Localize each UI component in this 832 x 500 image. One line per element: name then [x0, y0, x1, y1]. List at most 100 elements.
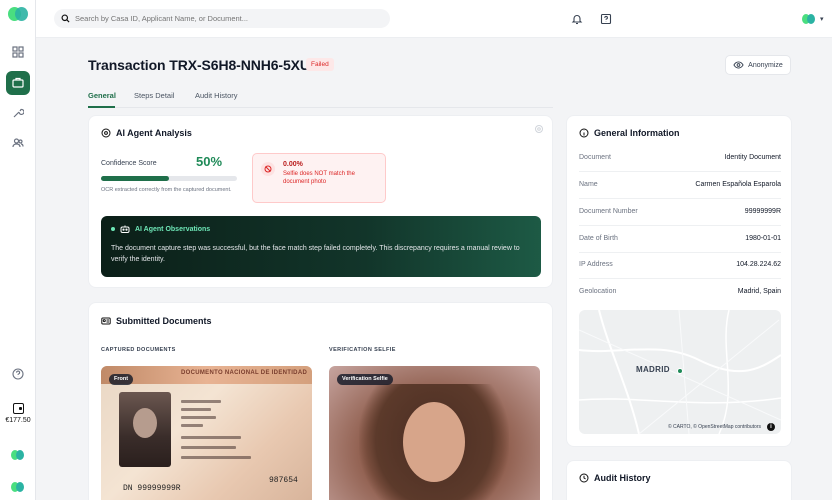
search-box[interactable]: [54, 9, 390, 28]
transactions-icon[interactable]: [6, 71, 30, 95]
app-logo[interactable]: [8, 7, 28, 21]
tools-icon[interactable]: [6, 101, 30, 125]
general-information-card: General Information Document Identity Do…: [566, 115, 792, 447]
search-input[interactable]: [75, 14, 375, 23]
id-text-line: [181, 408, 211, 411]
info-value: 99999999R: [744, 208, 781, 215]
info-key: Document: [579, 154, 611, 161]
confidence-label: Confidence Score: [101, 160, 157, 167]
ai-analysis-title-text: AI Agent Analysis: [116, 128, 192, 138]
id-portrait: [119, 392, 171, 467]
user-menu-avatar[interactable]: [802, 14, 816, 24]
audit-history-title: Audit History: [579, 473, 651, 483]
observations-header: AI Agent Observations: [111, 225, 210, 233]
location-pin-icon: [677, 368, 683, 374]
credit-balance[interactable]: €177.50: [0, 403, 36, 424]
observations-text: The document capture step was successful…: [111, 245, 520, 264]
face-off-icon: [261, 162, 275, 176]
id-document-image[interactable]: DOCUMENTO NACIONAL DE IDENTIDAD DN 99999…: [101, 366, 312, 500]
info-key: Name: [579, 181, 598, 188]
tab-audit-history[interactable]: Audit History: [195, 91, 238, 100]
id-text-line: [181, 436, 241, 439]
map-info-icon[interactable]: i: [767, 423, 775, 431]
history-icon: [579, 473, 589, 483]
info-key: IP Address: [579, 261, 613, 268]
info-value: Carmen Española Esparola: [695, 181, 781, 188]
id-text-line: [181, 456, 251, 459]
credit-amount: €177.50: [5, 417, 31, 424]
info-row-document: Document Identity Document: [579, 154, 781, 161]
observations-title: AI Agent Observations: [135, 225, 211, 233]
audit-history-card: Audit History: [566, 460, 792, 500]
general-information-title: General Information: [579, 128, 680, 138]
top-bar: ▾: [36, 0, 832, 38]
anonymize-label: Anonymize: [748, 61, 783, 69]
info-key: Date of Birth: [579, 235, 618, 242]
id-text-line: [181, 446, 236, 449]
dashboard-icon[interactable]: [6, 40, 30, 64]
help-square-icon[interactable]: [600, 12, 612, 25]
front-pill: Front: [109, 374, 134, 385]
sidebar: €177.50: [0, 0, 36, 500]
audit-history-title-text: Audit History: [594, 473, 651, 483]
verification-selfie-label: VERIFICATION SELFIE: [329, 347, 396, 353]
anonymize-button[interactable]: Anonymize: [725, 55, 791, 75]
ai-observations-panel: AI Agent Observations The document captu…: [101, 216, 541, 277]
info-value: Madrid, Spain: [737, 288, 781, 295]
info-key: Document Number: [579, 208, 638, 215]
info-row-geolocation: Geolocation Madrid, Spain: [579, 288, 781, 295]
status-dot: [111, 227, 115, 231]
face-match-score: 0.00%: [283, 161, 303, 168]
ocr-note: OCR extracted correctly from the capture…: [101, 187, 232, 193]
id-card-icon: [101, 317, 111, 325]
search-icon: [61, 14, 70, 23]
selfie-image[interactable]: Verification Selfie: [329, 366, 540, 500]
ai-analysis-title: AI Agent Analysis: [101, 128, 192, 138]
id-text-line: [181, 424, 203, 427]
info-value: 104.28.224.62: [736, 261, 781, 268]
submitted-documents-title-text: Submitted Documents: [116, 316, 212, 326]
help-icon[interactable]: [6, 362, 30, 386]
bell-icon[interactable]: [571, 12, 583, 25]
users-icon[interactable]: [6, 131, 30, 155]
eye-icon: [733, 61, 744, 69]
page-title: Transaction TRX-S6H8-NNH6-5XUW: [88, 57, 324, 73]
selfie-pill: Verification Selfie: [337, 374, 393, 385]
divider: [579, 225, 781, 226]
captured-documents-label: CAPTURED DOCUMENTS: [101, 347, 176, 353]
map-city-label: MADRID: [636, 365, 670, 374]
status-badge: Failed: [306, 58, 334, 71]
id-text-line: [181, 416, 216, 419]
divider: [579, 198, 781, 199]
settings-gear-icon[interactable]: [534, 124, 544, 134]
id-text-line: [181, 400, 221, 403]
face-match-alert: 0.00% Selfie does NOT match the document…: [252, 153, 386, 203]
info-row-date-of-birth: Date of Birth 1980-01-01: [579, 235, 781, 242]
divider: [579, 252, 781, 253]
tab-steps-detail[interactable]: Steps Detail: [134, 91, 174, 100]
partner-logo[interactable]: [11, 450, 25, 460]
tab-bar: General Steps Detail Audit History: [88, 88, 553, 108]
confidence-value: 50%: [196, 154, 223, 169]
divider: [579, 278, 781, 279]
info-icon: [579, 128, 589, 138]
info-row-name: Name Carmen Española Esparola: [579, 181, 781, 188]
divider: [579, 171, 781, 172]
geolocation-map[interactable]: MADRID © CARTO, © OpenStreetMap contribu…: [579, 310, 781, 434]
confidence-bar: [101, 176, 237, 181]
confidence-bar-fill: [101, 176, 169, 181]
chevron-down-icon[interactable]: ▾: [820, 15, 824, 23]
partner-logo-2[interactable]: [11, 482, 25, 492]
face-match-message: Selfie does NOT match the document photo: [283, 171, 355, 186]
wallet-icon: [12, 403, 24, 414]
general-information-title-text: General Information: [594, 128, 680, 138]
robot-icon: [120, 225, 130, 233]
id-number-secondary: 987654: [269, 476, 298, 485]
tab-general[interactable]: General: [88, 91, 116, 100]
id-number: DN 99999999R: [123, 484, 181, 493]
info-row-ip-address: IP Address 104.28.224.62: [579, 261, 781, 268]
ai-analysis-card: AI Agent Analysis Confidence Score 50% O…: [88, 115, 553, 288]
info-row-document-number: Document Number 99999999R: [579, 208, 781, 215]
info-value: Identity Document: [724, 154, 781, 161]
tab-underline: [88, 106, 115, 108]
